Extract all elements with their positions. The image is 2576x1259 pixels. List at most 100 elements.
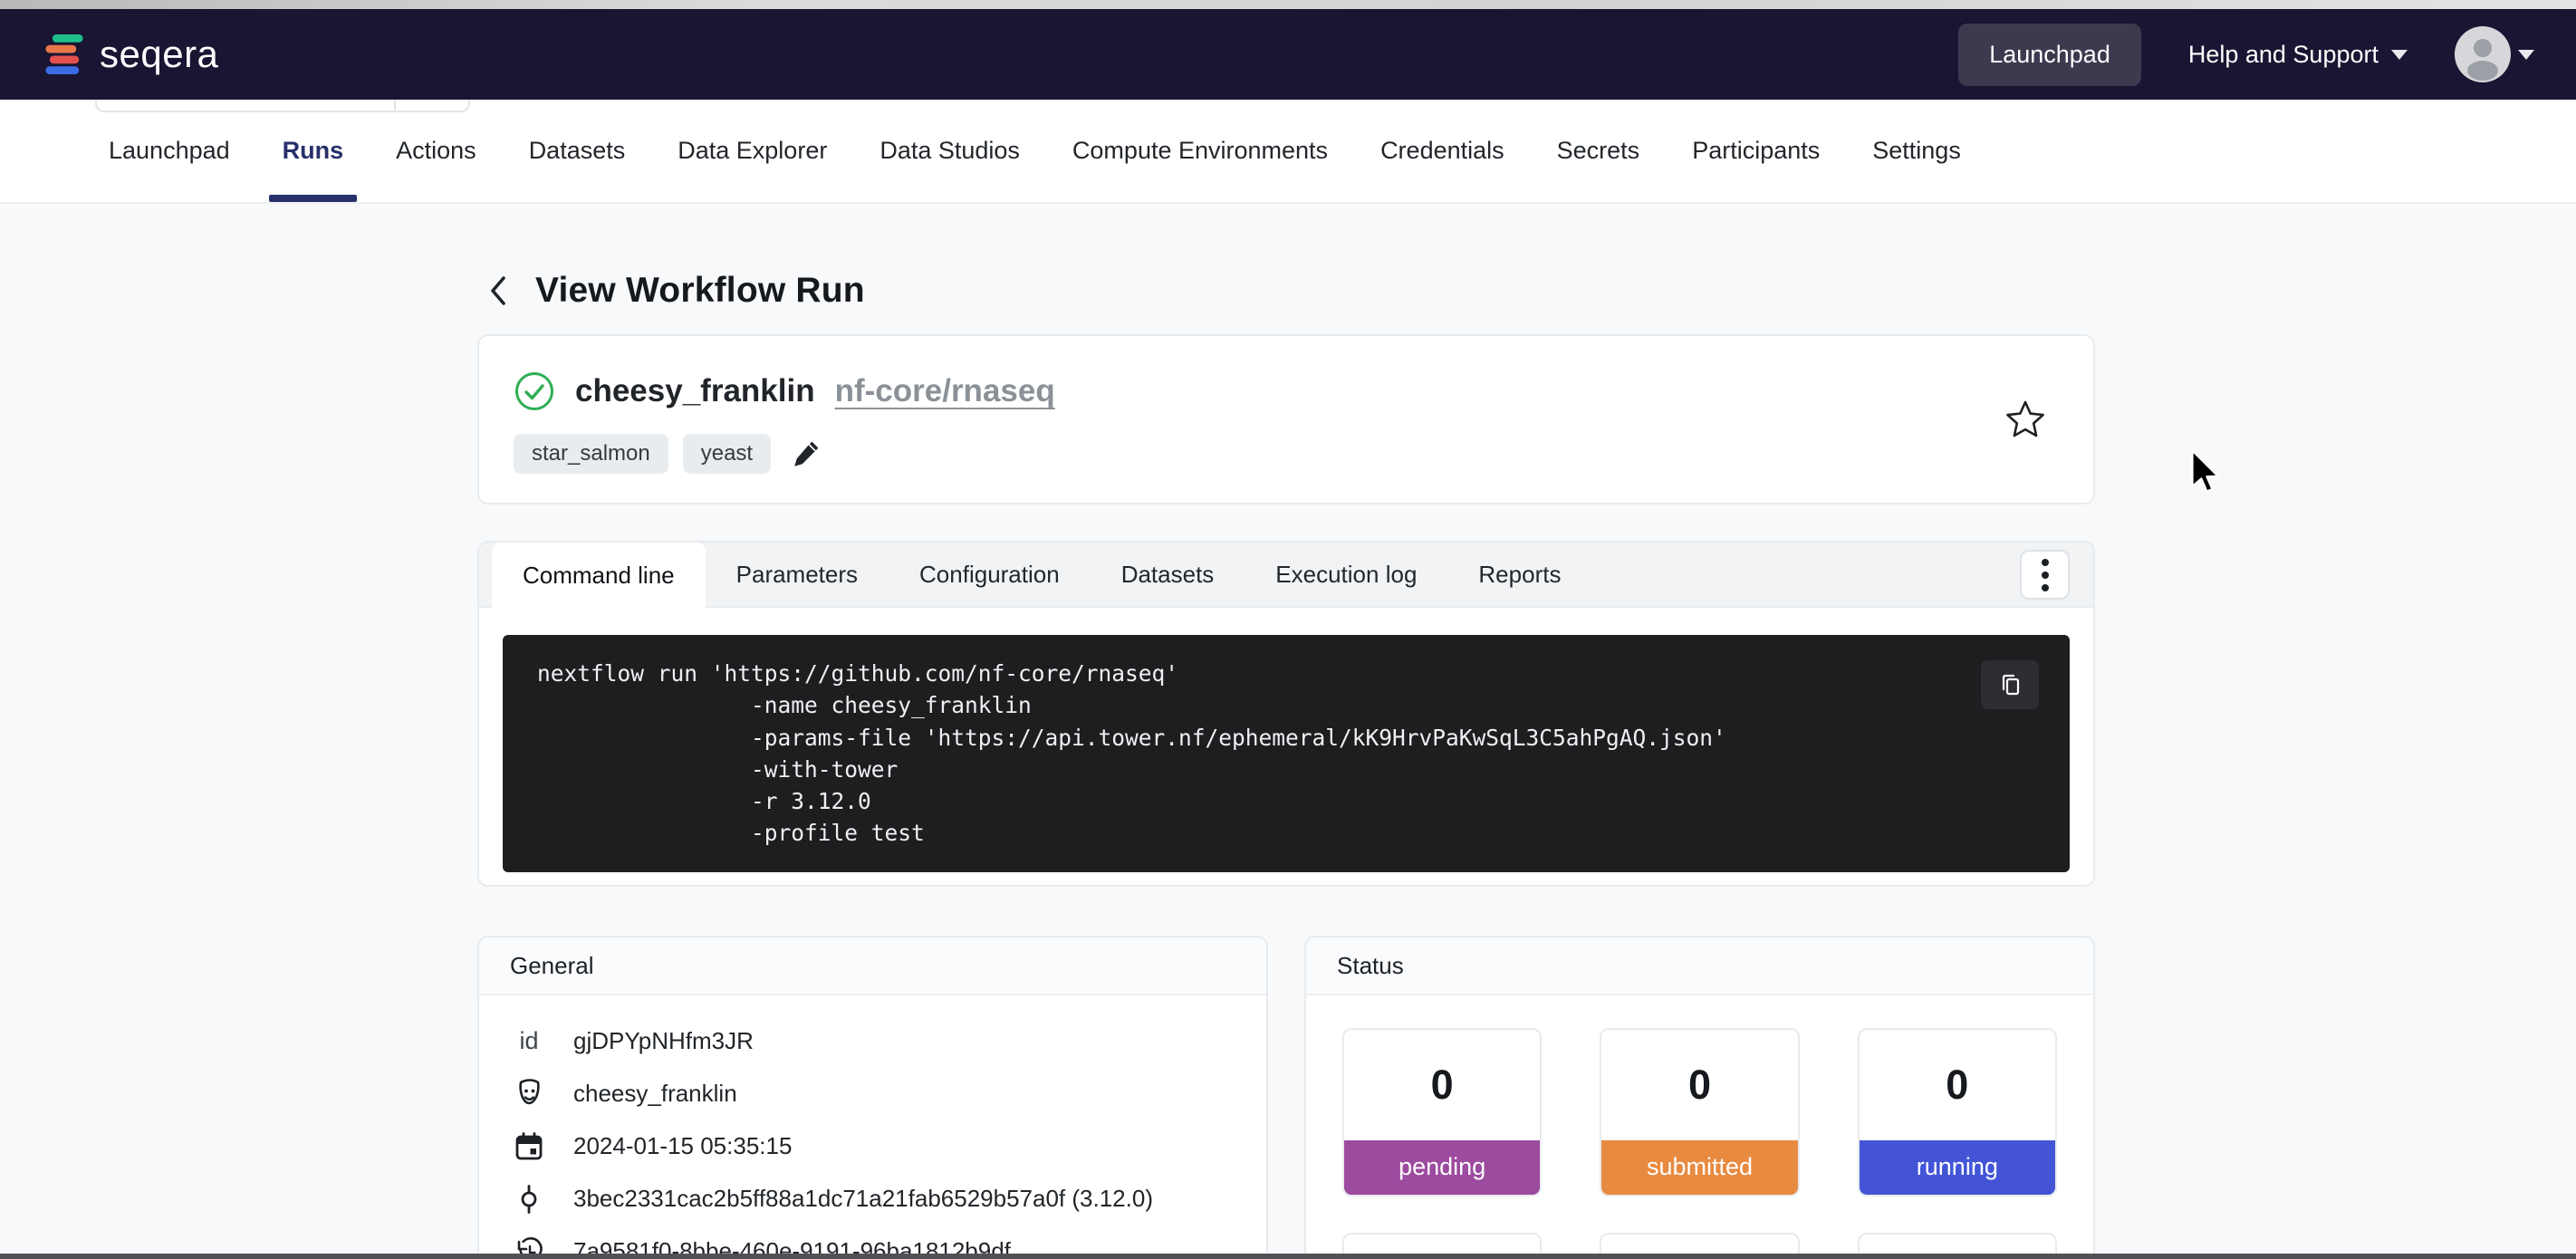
- tab-label: Configuration: [919, 561, 1060, 589]
- tab-command-line[interactable]: Command line: [492, 543, 706, 608]
- tab-reports[interactable]: Reports: [1447, 543, 1591, 606]
- git-commit-icon: [510, 1184, 548, 1215]
- command-line-text: -params-file 'https://api.tower.nf/ephem…: [537, 722, 2043, 754]
- brand-home-link[interactable]: seqera: [42, 30, 218, 79]
- stat-card-pending: 0 pending: [1342, 1028, 1542, 1197]
- tab-configuration[interactable]: Configuration: [889, 543, 1091, 606]
- command-line-text: -profile test: [537, 817, 2043, 849]
- id-label: id: [510, 1027, 548, 1055]
- general-row-date: 2024-01-15 05:35:15: [510, 1120, 1235, 1173]
- detail-tab-strip: Command line Parameters Configuration Da…: [479, 543, 2093, 608]
- command-line-panel: nextflow run 'https://github.com/nf-core…: [479, 608, 2093, 885]
- navbar-right: Launchpad Help and Support: [1958, 24, 2534, 86]
- tab-secrets[interactable]: Secrets: [1557, 100, 1640, 202]
- general-body: id gjDPYpNHfm3JR cheesy_frankl: [479, 995, 1266, 1259]
- workspace-selector-partial[interactable]: [95, 100, 470, 112]
- run-id-value: gjDPYpNHfm3JR: [573, 1027, 754, 1055]
- page-title: View Workflow Run: [535, 271, 865, 311]
- tab-data-explorer[interactable]: Data Explorer: [678, 100, 827, 202]
- check-circle-icon: [514, 370, 555, 412]
- stat-label: running: [1860, 1140, 2055, 1195]
- general-header: General: [479, 937, 1266, 995]
- tab-datasets[interactable]: Datasets: [529, 100, 626, 202]
- user-menu[interactable]: [2455, 26, 2534, 82]
- chevron-down-icon: [2518, 50, 2534, 60]
- copy-icon: [1996, 671, 2023, 698]
- tab-label: Execution log: [1275, 561, 1417, 589]
- bottom-grid: General id gjDPYpNHfm3JR: [477, 936, 2095, 1259]
- status-body: 0 pending 0 submitted 0 running 0: [1306, 995, 2093, 1259]
- tab-participants[interactable]: Participants: [1692, 100, 1820, 202]
- label-pill: yeast: [683, 434, 771, 474]
- run-title-row: cheesy_franklin nf-core/rnaseq: [514, 370, 2057, 412]
- page-heading-row: View Workflow Run: [486, 271, 2576, 311]
- window-bottom-edge: [0, 1254, 2576, 1259]
- tab-runs[interactable]: Runs: [283, 100, 344, 202]
- calendar-icon: [510, 1131, 548, 1162]
- commit-value: 3bec2331cac2b5ff88a1dc71a21fab6529b57a0f…: [573, 1185, 1153, 1213]
- tab-label: Launchpad: [109, 137, 230, 165]
- tab-label: Parameters: [736, 561, 858, 589]
- run-name-value: cheesy_franklin: [573, 1080, 737, 1108]
- run-options-button[interactable]: [2020, 550, 2070, 600]
- tab-credentials[interactable]: Credentials: [1380, 100, 1504, 202]
- star-icon: [2004, 399, 2046, 440]
- tab-data-studios[interactable]: Data Studios: [879, 100, 1020, 202]
- stat-card-submitted: 0 submitted: [1600, 1028, 1799, 1197]
- tab-label: Data Explorer: [678, 137, 827, 165]
- pipeline-link[interactable]: nf-core/rnaseq: [835, 373, 1055, 409]
- tab-label: Command line: [523, 562, 675, 590]
- tab-label: Data Studios: [879, 137, 1020, 165]
- seqera-logo-icon: [42, 30, 87, 79]
- stat-label: submitted: [1601, 1140, 1797, 1195]
- person-icon: [2455, 26, 2511, 82]
- brand-name: seqera: [100, 33, 218, 76]
- label-pill: star_salmon: [514, 434, 668, 474]
- run-tags-row: star_salmon yeast: [514, 434, 2057, 474]
- stat-count: 0: [1601, 1030, 1797, 1140]
- status-header: Status: [1306, 937, 2093, 995]
- copy-command-button[interactable]: [1981, 660, 2039, 709]
- top-navbar: seqera Launchpad Help and Support: [0, 9, 2576, 100]
- tab-label: Participants: [1692, 137, 1820, 165]
- active-tab-underline: [269, 195, 358, 202]
- tab-parameters[interactable]: Parameters: [706, 543, 889, 606]
- launchpad-button[interactable]: Launchpad: [1958, 24, 2141, 86]
- back-button[interactable]: [486, 273, 510, 309]
- tab-label: Datasets: [1121, 561, 1215, 589]
- command-line-text: -name cheesy_franklin: [537, 689, 2043, 721]
- tab-label: Datasets: [529, 137, 626, 165]
- chevron-down-icon: [2391, 50, 2408, 60]
- general-row-commit: 3bec2331cac2b5ff88a1dc71a21fab6529b57a0f…: [510, 1173, 1235, 1225]
- tab-launchpad[interactable]: Launchpad: [109, 100, 230, 202]
- tab-settings[interactable]: Settings: [1872, 100, 1961, 202]
- workspace-nav: Launchpad Runs Actions Datasets Data Exp…: [0, 100, 2576, 204]
- kebab-menu-icon: [2042, 559, 2049, 566]
- tab-execution-log[interactable]: Execution log: [1245, 543, 1447, 606]
- window-chrome-strip: [0, 0, 2576, 9]
- main-content: View Workflow Run cheesy_franklin nf-cor…: [0, 271, 2576, 1259]
- edit-pencil-icon: [791, 438, 822, 469]
- edit-labels-button[interactable]: [785, 438, 822, 469]
- general-card: General id gjDPYpNHfm3JR: [477, 936, 1268, 1259]
- tab-label: Secrets: [1557, 137, 1640, 165]
- tab-compute-environments[interactable]: Compute Environments: [1072, 100, 1328, 202]
- tab-label: Reports: [1478, 561, 1561, 589]
- run-date-value: 2024-01-15 05:35:15: [573, 1132, 792, 1160]
- general-row-id: id gjDPYpNHfm3JR: [510, 1015, 1235, 1068]
- tab-datasets[interactable]: Datasets: [1091, 543, 1245, 606]
- masks-icon: [510, 1078, 548, 1110]
- command-line-text: nextflow run 'https://github.com/nf-core…: [537, 658, 2043, 689]
- run-name: cheesy_franklin: [575, 373, 815, 409]
- tab-actions[interactable]: Actions: [396, 100, 476, 202]
- tab-label: Credentials: [1380, 137, 1504, 165]
- help-and-support-label: Help and Support: [2188, 41, 2379, 69]
- app-window: seqera Launchpad Help and Support: [0, 0, 2576, 1259]
- tab-label: Actions: [396, 137, 476, 165]
- star-run-button[interactable]: [2004, 399, 2046, 440]
- back-chevron-icon: [486, 273, 510, 309]
- stat-card-running: 0 running: [1858, 1028, 2057, 1197]
- help-and-support-menu[interactable]: Help and Support: [2188, 41, 2408, 69]
- status-card: Status 0 pending 0 submitted 0 running: [1304, 936, 2095, 1259]
- general-row-run-name: cheesy_franklin: [510, 1068, 1235, 1120]
